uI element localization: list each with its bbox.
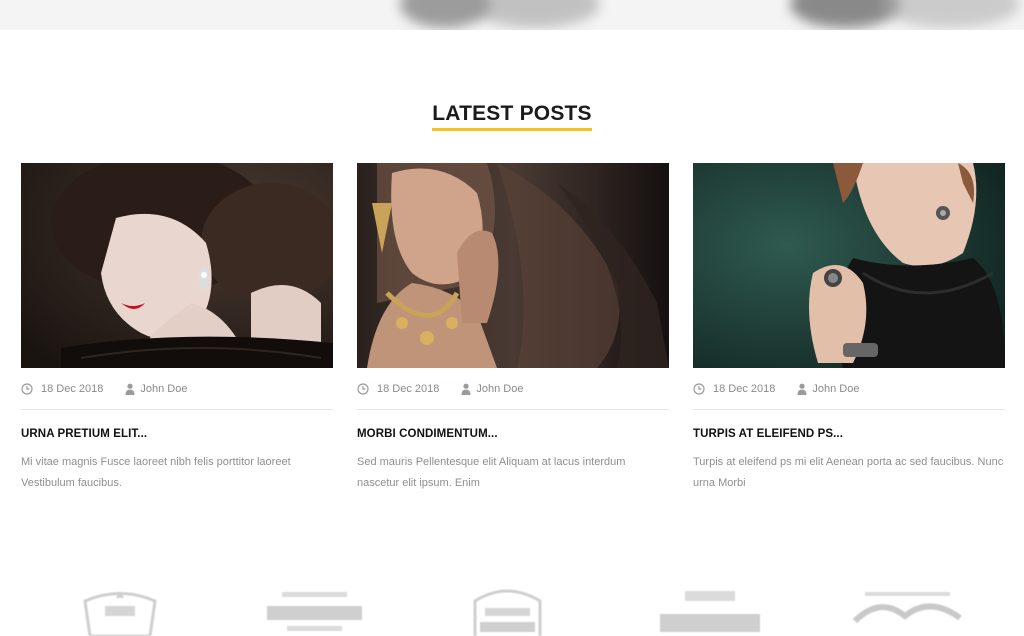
clock-icon <box>21 382 33 395</box>
user-icon <box>125 383 135 395</box>
brand-logo-2[interactable] <box>262 586 367 636</box>
clock-icon <box>693 382 705 395</box>
brand-logo-3[interactable] <box>465 586 550 636</box>
post-title-link[interactable]: TURPIS AT ELEIFEND PS... <box>693 428 1005 440</box>
brand-logos-row <box>0 586 1024 636</box>
post-photo-2 <box>357 163 669 368</box>
post-card: 18 Dec 2018 John Doe TURPIS AT ELEIFEND … <box>693 163 1005 494</box>
brand-logo-1[interactable] <box>80 586 160 636</box>
post-image[interactable] <box>357 163 669 368</box>
banner-image-fragment <box>470 0 600 28</box>
latest-posts-list: 18 Dec 2018 John Doe URNA PRETIUM ELIT..… <box>21 163 1005 503</box>
post-excerpt: Sed mauris Pellentesque elit Aliquam at … <box>357 456 626 489</box>
post-date-text: 18 Dec 2018 <box>41 382 104 395</box>
post-image[interactable] <box>693 163 1005 368</box>
post-date: 18 Dec 2018 <box>357 383 439 395</box>
brand-logo-4[interactable] <box>655 586 765 636</box>
post-author: John Doe <box>125 383 187 395</box>
post-author-link[interactable]: John Doe <box>140 383 187 395</box>
post-author-link[interactable]: John Doe <box>812 383 859 395</box>
post-meta: 18 Dec 2018 John Doe <box>21 368 333 410</box>
post-image[interactable] <box>21 163 333 368</box>
post-date: 18 Dec 2018 <box>693 383 775 395</box>
top-banner-strip <box>0 0 1024 30</box>
post-card: 18 Dec 2018 John Doe URNA PRETIUM ELIT..… <box>21 163 333 494</box>
post-meta: 18 Dec 2018 John Doe <box>693 368 1005 410</box>
brand-logo-5[interactable] <box>850 586 965 636</box>
post-title-link[interactable]: URNA PRETIUM ELIT... <box>21 428 333 440</box>
post-meta: 18 Dec 2018 John Doe <box>357 368 669 410</box>
post-author: John Doe <box>797 383 859 395</box>
user-icon <box>797 383 807 395</box>
post-date-text: 18 Dec 2018 <box>713 382 776 395</box>
post-author: John Doe <box>461 383 523 395</box>
post-photo-1 <box>21 163 333 368</box>
post-date: 18 Dec 2018 <box>21 383 103 395</box>
post-title-link[interactable]: MORBI CONDIMENTUM... <box>357 428 669 440</box>
latest-posts-header: LATEST POSTS <box>0 102 1024 131</box>
post-card: 18 Dec 2018 John Doe MORBI CONDIMENTUM..… <box>357 163 669 494</box>
post-author-link[interactable]: John Doe <box>476 383 523 395</box>
post-photo-3 <box>693 163 1005 368</box>
post-excerpt: Mi vitae magnis Fusce laoreet nibh felis… <box>21 456 291 489</box>
user-icon <box>461 383 471 395</box>
banner-image-fragment <box>880 0 1020 28</box>
post-date-text: 18 Dec 2018 <box>377 382 440 395</box>
section-title: LATEST POSTS <box>432 102 592 131</box>
post-excerpt: Turpis at eleifend ps mi elit Aenean por… <box>693 456 1004 489</box>
clock-icon <box>357 382 369 395</box>
